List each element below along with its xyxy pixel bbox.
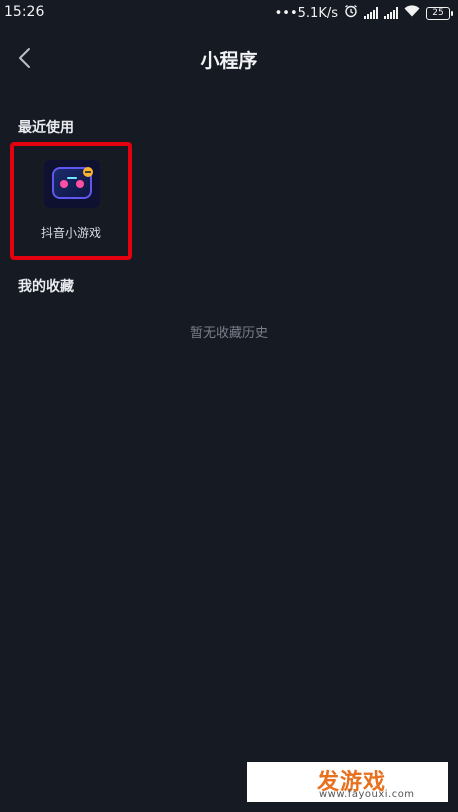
wifi-icon: [404, 5, 420, 21]
status-icons: •••5.1K/s 25: [274, 4, 453, 22]
battery-icon: 25: [426, 6, 453, 20]
net-speed: •••5.1K/s: [274, 5, 338, 21]
watermark-url: www.fayouxi.com: [319, 789, 415, 800]
alarm-icon: [344, 4, 358, 22]
signal-icon-1: [364, 7, 378, 19]
mini-app-douyin-games[interactable]: 抖音小游戏: [10, 142, 132, 260]
status-time: 15:26: [4, 4, 45, 20]
favorites-section-title: 我的收藏: [18, 279, 74, 295]
recent-section-title: 最近使用: [18, 120, 74, 136]
page-title: 小程序: [200, 50, 258, 72]
signal-icon-2: [384, 7, 398, 19]
header: 小程序: [0, 38, 458, 78]
favorites-empty-text: 暂无收藏历史: [189, 326, 268, 341]
mini-app-label: 抖音小游戏: [40, 226, 101, 240]
game-controller-icon: [44, 160, 100, 208]
status-bar: 15:26 •••5.1K/s 25: [0, 0, 458, 28]
watermark: 发游戏 www.fayouxi.com: [247, 762, 448, 802]
